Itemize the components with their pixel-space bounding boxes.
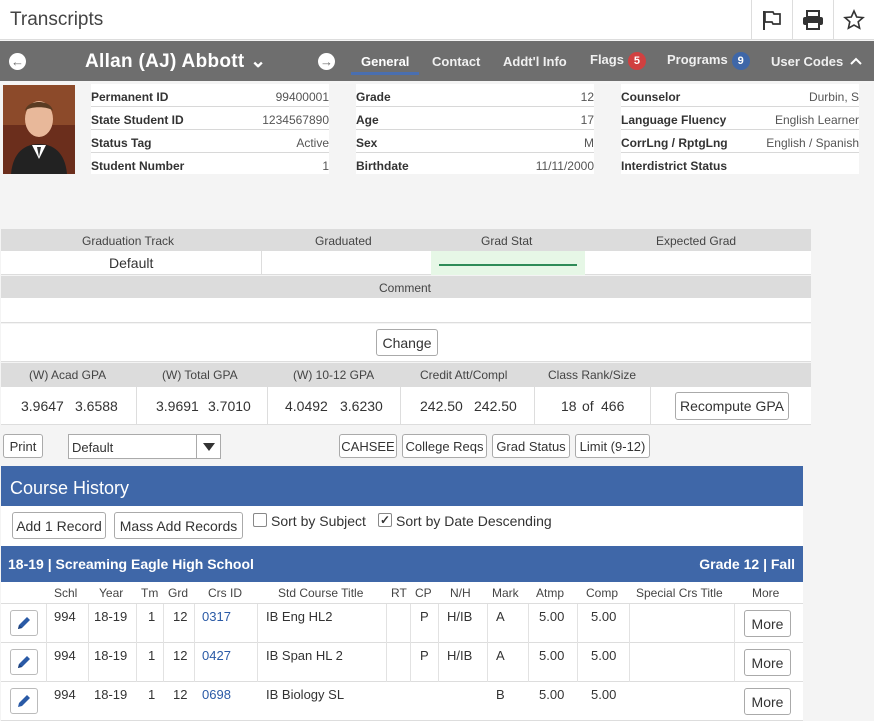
edit-record-button[interactable] [10, 688, 38, 714]
dropdown-arrow-icon [202, 442, 215, 451]
course-history-title: Course History [1, 466, 803, 506]
mass-add-records-button[interactable]: Mass Add Records [114, 512, 243, 539]
tab-programs[interactable]: Programs 9 [667, 52, 750, 70]
info-row: Counselor Durbin, S [621, 85, 859, 107]
grad-stat-field[interactable] [431, 251, 585, 275]
graduation-track-value: Default [109, 255, 154, 271]
change-button[interactable]: Change [376, 329, 438, 356]
info-column-demographics: Grade 12 Age 17 Sex M Birthdate 11/11/2000 [356, 84, 594, 174]
info-row: Grade 12 [356, 85, 594, 107]
table-row: 994 18-19 1 12 0427 IB Span HL 2 P H/IB … [1, 643, 803, 682]
course-id-link[interactable]: 0427 [202, 648, 231, 663]
info-row: State Student ID 1234567890 [91, 108, 329, 130]
limit-button[interactable]: Limit (9-12) [575, 434, 650, 458]
pencil-icon [18, 695, 30, 707]
print-page-button[interactable] [792, 0, 832, 40]
comment-row [1, 298, 811, 323]
gpa-value-row: 3.9647 3.6588 3.9691 3.7010 4.0492 3.623… [1, 387, 811, 425]
course-table-header: Schl Year Tm Grd Crs ID Std Course Title… [1, 582, 803, 604]
info-row: Age 17 [356, 108, 594, 130]
tab-flags[interactable]: Flags 5 [590, 52, 646, 70]
flag-button[interactable] [751, 0, 791, 40]
student-photo [3, 85, 75, 174]
page-title: Transcripts [10, 9, 104, 30]
tab-general[interactable]: General [351, 54, 420, 75]
collapse-chevron-icon[interactable] [850, 56, 862, 66]
student-name[interactable]: Allan (AJ) Abbott ⌄ [85, 50, 266, 73]
sort-by-subject-label: Sort by Subject [271, 513, 366, 529]
sort-by-subject-checkbox[interactable] [253, 513, 267, 527]
info-column-ids: Permanent ID 99400001 State Student ID 123… [91, 84, 329, 174]
info-column-counseling: Counselor Durbin, S Language Fluency Engli… [621, 84, 859, 174]
counselor-link[interactable]: Durbin, S [809, 90, 859, 104]
pencil-icon [18, 656, 30, 668]
favorite-button[interactable] [833, 0, 873, 40]
top-bar: Transcripts [0, 0, 874, 40]
sort-by-date-checkbox[interactable]: ✓ [378, 513, 392, 527]
info-row: Language Fluency English Learner [621, 108, 859, 130]
info-row: CorrLng / RptgLng English / Spanish [621, 131, 859, 153]
info-row: Birthdate 11/11/2000 [356, 159, 594, 173]
gpa-header-row: (W) Acad GPA (W) Total GPA (W) 10-12 GPA… [1, 363, 811, 387]
info-row: Status Tag Active [91, 131, 329, 153]
graduation-value-row: Default [1, 251, 811, 275]
info-row: Permanent ID 99400001 [91, 85, 329, 107]
programs-count-badge: 9 [731, 52, 750, 70]
more-button[interactable]: More [744, 610, 791, 637]
tab-addtl-info[interactable]: Addt'l Info [503, 54, 567, 69]
recompute-gpa-button[interactable]: Recompute GPA [675, 392, 789, 420]
grad-status-button[interactable]: Grad Status [492, 434, 570, 458]
course-id-link[interactable]: 0317 [202, 609, 231, 624]
flag-icon [762, 11, 781, 30]
track-select[interactable]: Default [68, 434, 221, 459]
course-id-link[interactable]: 0698 [202, 687, 231, 702]
tab-contact[interactable]: Contact [432, 54, 480, 69]
previous-student-icon[interactable]: ← [9, 53, 26, 70]
student-header: ← Allan (AJ) Abbott ⌄ → General Contact … [0, 41, 874, 81]
sort-by-date-label: Sort by Date Descending [396, 513, 552, 529]
college-reqs-button[interactable]: College Reqs [402, 434, 487, 458]
info-row: Sex M [356, 131, 594, 153]
star-icon [842, 9, 865, 30]
edit-record-button[interactable] [10, 649, 38, 675]
info-row: Interdistrict Status [621, 159, 728, 173]
cahsee-button[interactable]: CAHSEE [339, 434, 397, 458]
change-row: Change [1, 324, 811, 362]
table-row: 994 18-19 1 12 0698 IB Biology SL B 5.00… [1, 682, 803, 721]
table-row: 994 18-19 1 12 0317 IB Eng HL2 P H/IB A … [1, 604, 803, 643]
more-button[interactable]: More [744, 688, 791, 715]
add-record-button[interactable]: Add 1 Record [12, 512, 106, 539]
course-history-actions: Add 1 Record Mass Add Records Sort by Su… [1, 506, 803, 546]
graduation-header-row: Graduation Track Graduated Grad Stat Exp… [1, 229, 811, 251]
next-student-icon[interactable]: → [318, 53, 335, 70]
comment-header-row: Comment [1, 276, 811, 298]
school-term-header: 18-19 | Screaming Eagle High School Grad… [1, 546, 803, 582]
info-row: Student Number 1 [91, 159, 329, 173]
edit-record-button[interactable] [10, 610, 38, 636]
pencil-icon [18, 617, 30, 629]
flags-count-badge: 5 [627, 52, 646, 70]
print-button[interactable]: Print [3, 434, 43, 458]
tab-user-codes[interactable]: User Codes [771, 54, 843, 69]
more-button[interactable]: More [744, 649, 791, 676]
printer-icon [802, 10, 823, 30]
